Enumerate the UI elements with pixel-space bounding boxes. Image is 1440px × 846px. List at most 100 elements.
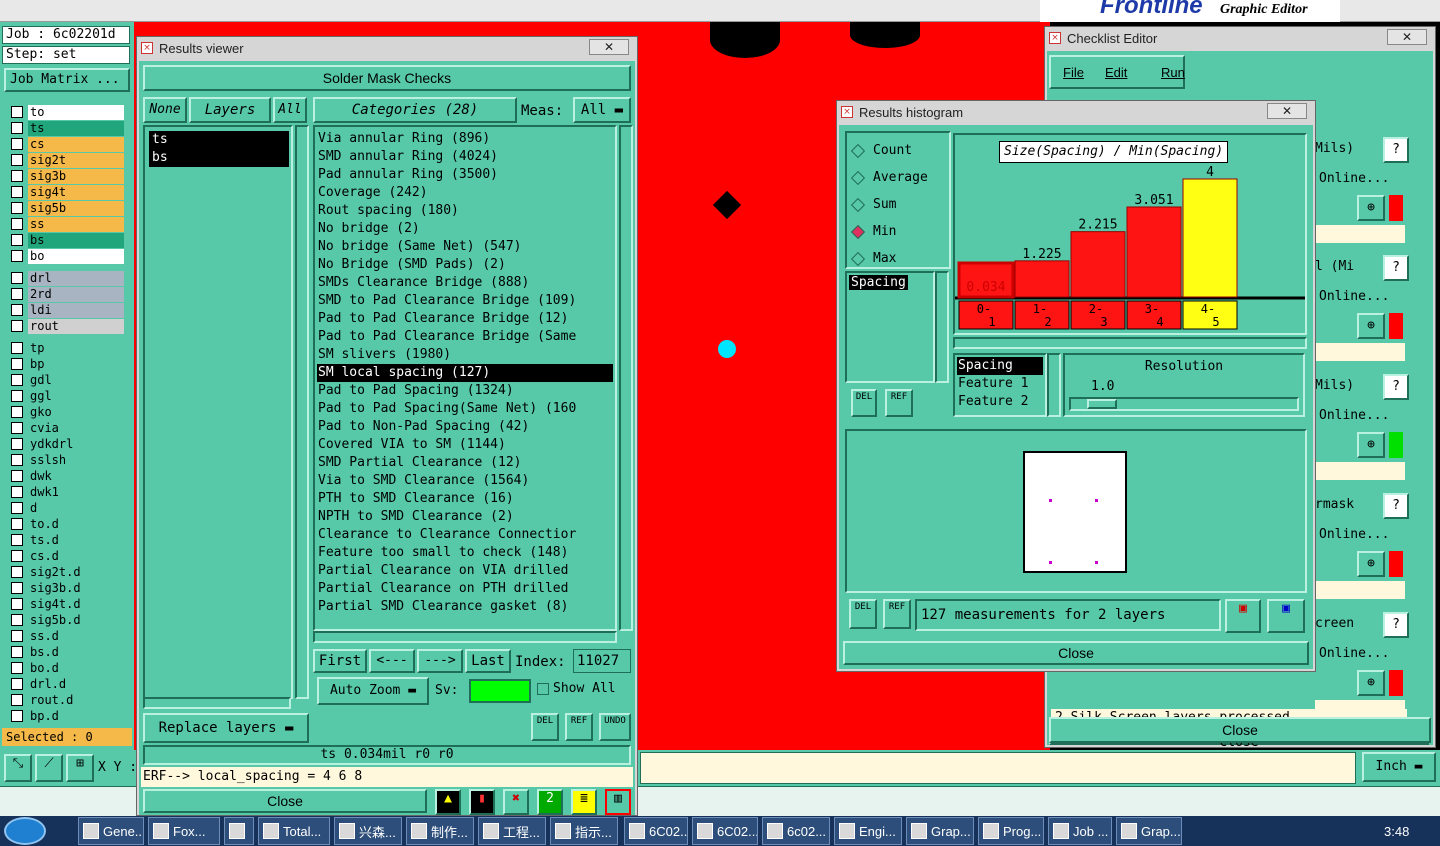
mode-radio[interactable]: Average	[850, 164, 943, 191]
histogram-bar[interactable]	[1070, 231, 1126, 298]
layer-checkbox[interactable]	[11, 406, 23, 418]
layer-checkbox[interactable]	[11, 694, 23, 706]
layer-checkbox[interactable]	[11, 358, 23, 370]
all-layers-button[interactable]: All	[273, 97, 307, 123]
layer-checkbox[interactable]	[11, 154, 23, 166]
mode-radio[interactable]: Count	[850, 137, 943, 164]
layer-row[interactable]: sig4t	[8, 184, 124, 200]
category-item[interactable]: NPTH to SMD Clearance (2)	[317, 508, 613, 526]
layer-row[interactable]: ggl	[8, 388, 124, 404]
taskbar-item[interactable]: 6C02...	[692, 817, 758, 845]
category-hscroll[interactable]	[313, 631, 617, 643]
zoom-in-icon[interactable]: ⊕	[1357, 313, 1385, 339]
layer-row[interactable]: bo	[8, 248, 124, 264]
layer-checkbox[interactable]	[11, 646, 23, 658]
layer-checkbox[interactable]	[11, 250, 23, 262]
layer-checkbox[interactable]	[11, 630, 23, 642]
layer-checkbox[interactable]	[11, 186, 23, 198]
histogram-bar[interactable]	[1126, 206, 1182, 298]
layer-row[interactable]: dwk	[8, 468, 124, 484]
layer-row[interactable]: sig3b.d	[8, 580, 124, 596]
layer-row[interactable]: cs	[8, 136, 124, 152]
spacing-item[interactable]: Feature 1	[957, 375, 1043, 393]
category-item[interactable]: SMDs Clearance Bridge (888)	[317, 274, 613, 292]
checklist-online[interactable]: Online...	[1319, 171, 1389, 186]
tool-film-icon[interactable]: ▮	[469, 789, 495, 815]
layer-checkbox[interactable]	[11, 678, 23, 690]
undo-button[interactable]: UNDO	[599, 713, 631, 741]
tool-histogram-icon[interactable]: ▥	[605, 789, 631, 815]
taskbar-item[interactable]: Gene...	[78, 817, 144, 845]
ref-button[interactable]: REF	[565, 713, 593, 741]
help-button[interactable]: ?	[1383, 493, 1409, 519]
categories-button[interactable]: Categories (28)	[313, 97, 517, 123]
histogram-close-button[interactable]: Close	[843, 641, 1309, 665]
category-item[interactable]: No Bridge (SMD Pads) (2)	[317, 256, 613, 274]
mode-radio[interactable]: Max	[850, 245, 943, 272]
layer-checkbox[interactable]	[11, 582, 23, 594]
layer-row[interactable]: drl	[8, 270, 124, 286]
category-item[interactable]: Pad to Pad Spacing(Same Net) (160	[317, 400, 613, 418]
layer-checkbox[interactable]	[11, 710, 23, 722]
category-item[interactable]: Partial Clearance on VIA drilled	[317, 562, 613, 580]
menu-run[interactable]: Run	[1161, 65, 1185, 80]
mode-radio[interactable]: Min	[850, 218, 943, 245]
layer-list-scrollbar[interactable]	[295, 125, 309, 699]
index-field[interactable]: 11027	[573, 649, 631, 673]
layer-row[interactable]: d	[8, 500, 124, 516]
chart-hscroll[interactable]	[953, 337, 1307, 349]
histogram-bar[interactable]	[1014, 260, 1070, 298]
start-button[interactable]	[4, 817, 46, 845]
category-scrollbar[interactable]	[619, 125, 633, 631]
category-item[interactable]: Clearance to Clearance Connectior	[317, 526, 613, 544]
category-item[interactable]: Coverage (242)	[317, 184, 613, 202]
help-button[interactable]: ?	[1383, 374, 1409, 400]
category-item[interactable]: SMD Partial Clearance (12)	[317, 454, 613, 472]
taskbar-item[interactable]: Fox...	[148, 817, 220, 845]
category-item[interactable]: Pad to Pad Clearance Bridge (Same	[317, 328, 613, 346]
layer-checkbox[interactable]	[11, 662, 23, 674]
layer-checkbox[interactable]	[11, 566, 23, 578]
layer-row[interactable]: sig2t	[8, 152, 124, 168]
tool-number-icon[interactable]: 2	[537, 789, 563, 815]
category-item[interactable]: Via annular Ring (896)	[317, 130, 613, 148]
close-window-button[interactable]: ✕	[1387, 29, 1427, 45]
layer-row[interactable]: ts	[8, 120, 124, 136]
category-item[interactable]: Rout spacing (180)	[317, 202, 613, 220]
taskbar-item[interactable]: 指示...	[550, 817, 618, 845]
layer-checkbox[interactable]	[11, 534, 23, 546]
attribute-scrollbar[interactable]	[935, 271, 949, 383]
show-all-checkbox[interactable]	[537, 683, 549, 695]
help-button[interactable]: ?	[1383, 612, 1409, 638]
layer-row[interactable]: ldi	[8, 302, 124, 318]
meas-select[interactable]: All ▬	[573, 97, 631, 123]
layer-row[interactable]: bp	[8, 356, 124, 372]
close-window-button[interactable]: ✕	[1267, 103, 1307, 119]
close-window-button[interactable]: ✕	[589, 39, 629, 55]
category-item[interactable]: Via to SMD Clearance (1564)	[317, 472, 613, 490]
layer-checkbox[interactable]	[11, 342, 23, 354]
layer-checkbox[interactable]	[11, 202, 23, 214]
layer-row[interactable]: cvia	[8, 420, 124, 436]
checklist-close[interactable]: Close	[1049, 717, 1431, 743]
layer-row[interactable]: sig3b	[8, 168, 124, 184]
prev-button[interactable]: <---	[369, 649, 415, 673]
taskbar-item[interactable]: 6C02...	[624, 817, 688, 845]
tool-layer-icon[interactable]: ▲	[435, 789, 461, 815]
layer-row[interactable]: drl.d	[8, 676, 124, 692]
next-button[interactable]: --->	[417, 649, 463, 673]
layer-row[interactable]: ss	[8, 216, 124, 232]
category-item[interactable]: No bridge (2)	[317, 220, 613, 238]
category-item[interactable]: Pad to Non-Pad Spacing (42)	[317, 418, 613, 436]
tool-zoom-icon[interactable]: ⤡	[4, 754, 32, 782]
category-item[interactable]: Feature too small to check (148)	[317, 544, 613, 562]
checklist-online[interactable]: Online...	[1319, 527, 1389, 542]
spacing-list[interactable]: Spacing Feature 1 Feature 2	[953, 353, 1047, 417]
layer-checkbox[interactable]	[11, 374, 23, 386]
taskbar-item[interactable]: 工程...	[478, 817, 546, 845]
hist-ref-button[interactable]: REF	[885, 389, 913, 417]
layer-checkbox[interactable]	[11, 106, 23, 118]
hist-del-button-2[interactable]: DEL	[849, 599, 877, 629]
layer-checkbox[interactable]	[11, 218, 23, 230]
category-item[interactable]: Pad annular Ring (3500)	[317, 166, 613, 184]
